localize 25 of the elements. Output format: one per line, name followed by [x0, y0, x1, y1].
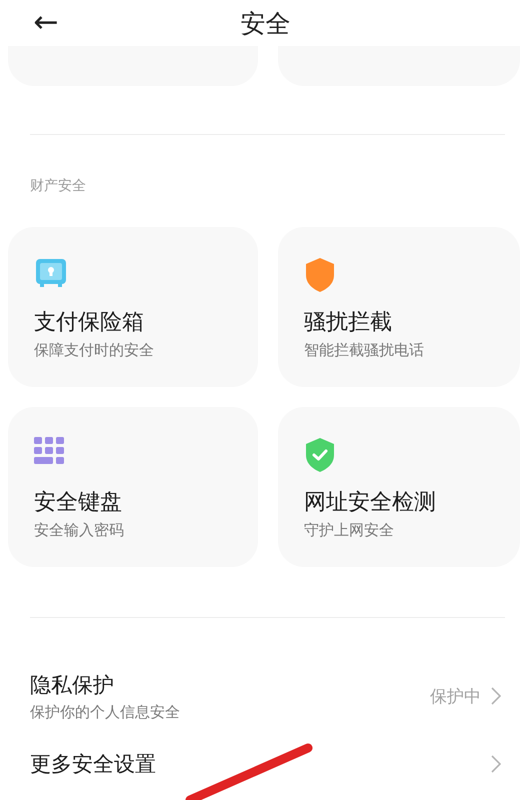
- card-title: 骚扰拦截: [304, 309, 393, 337]
- row-subtitle: 保护你的个人信息安全: [30, 702, 180, 722]
- feature-card[interactable]: 骚扰拦截 智能拦截骚扰电话: [278, 227, 520, 387]
- shield-icon: [304, 257, 336, 293]
- card-subtitle: 保障支付时的安全: [34, 341, 155, 360]
- card-subtitle: 守护上网安全: [304, 521, 395, 540]
- card-title: 安全键盘: [34, 489, 123, 517]
- settings-row[interactable]: 隐私保护 保护你的个人信息安全 保护中: [0, 670, 523, 722]
- card-title: 网址安全检测: [304, 489, 437, 517]
- page-title: 安全: [240, 8, 292, 40]
- row-title: 更多安全设置: [30, 751, 156, 778]
- card-title: 支付保险箱: [34, 309, 145, 337]
- card-subtitle: 智能拦截骚扰电话: [304, 341, 425, 360]
- card-subtitle: 安全输入密码: [34, 521, 125, 540]
- shield-check-icon: [304, 437, 336, 473]
- feature-card[interactable]: 支付保险箱 保障支付时的安全: [8, 227, 258, 387]
- row-value: 保护中: [430, 686, 481, 708]
- section-label: 财产安全: [30, 177, 87, 195]
- row-title: 隐私保护: [30, 672, 115, 698]
- feature-card[interactable]: 网址安全检测 守护上网安全: [278, 407, 520, 567]
- chevron-icon: [491, 755, 501, 773]
- chevron-icon: [491, 687, 501, 705]
- feature-card[interactable]: 安全键盘 安全输入密码: [8, 407, 258, 567]
- settings-row[interactable]: 更多安全设置: [0, 746, 523, 782]
- back-button[interactable]: ←: [26, 5, 66, 41]
